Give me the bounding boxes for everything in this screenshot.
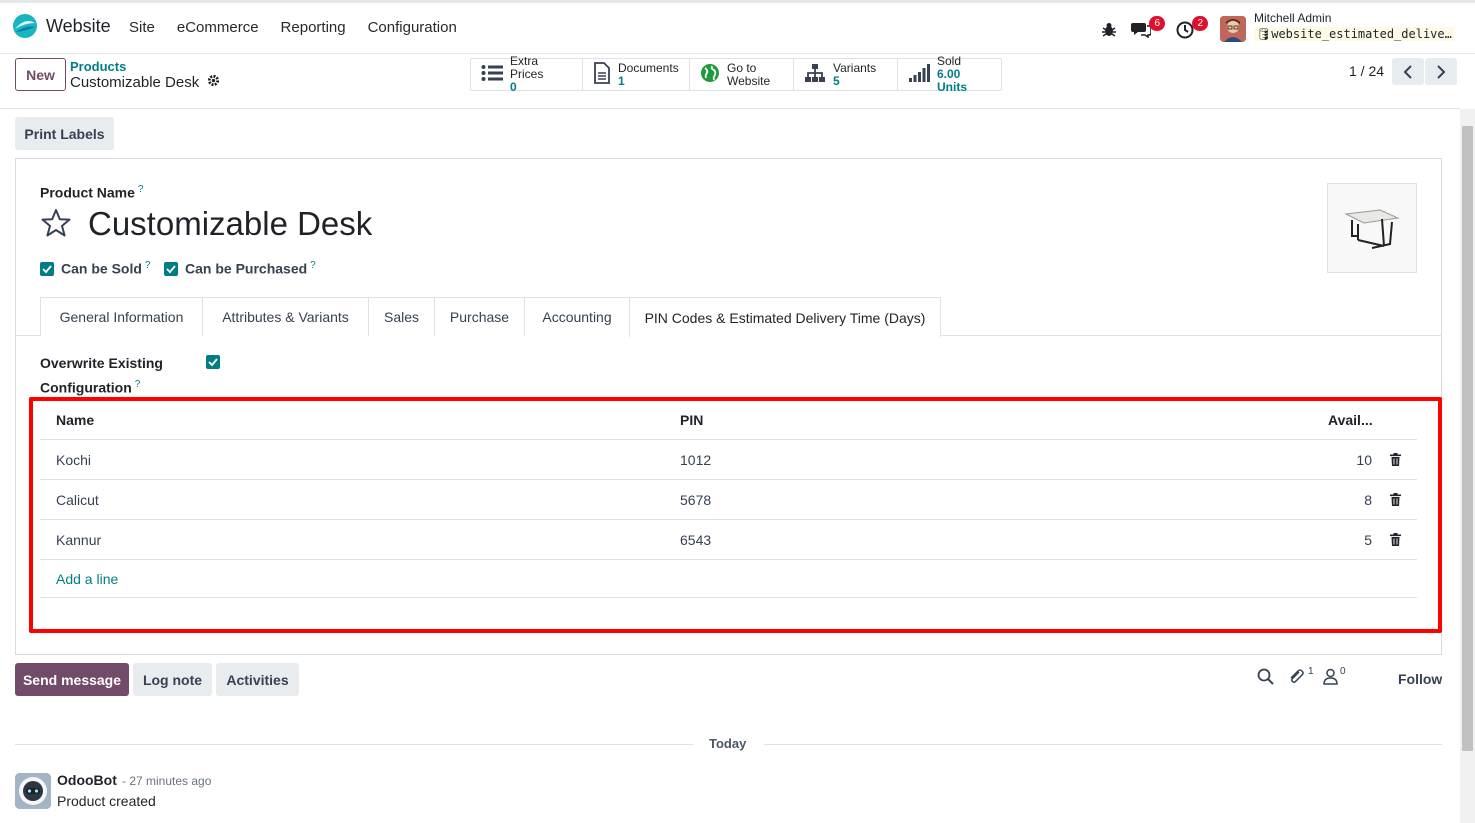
message-author[interactable]: OdooBot (57, 772, 117, 788)
variants-label: Variants (833, 60, 877, 75)
desk-image-icon (1344, 209, 1400, 249)
favorite-star-icon[interactable] (40, 208, 72, 241)
breadcrumb-current: Customizable Desk (70, 74, 220, 91)
activities-badge: 2 (1192, 16, 1208, 31)
messages-badge: 6 (1149, 16, 1165, 31)
globe-icon (700, 63, 720, 86)
overwrite-config-label-line1: Overwrite Existing (40, 355, 163, 371)
sold-value: 6.00 Units (937, 67, 967, 94)
log-note-button[interactable]: Log note (133, 663, 212, 696)
tab-general-information[interactable]: General Information (40, 297, 203, 336)
pager-value[interactable]: 1 / 24 (1349, 63, 1384, 79)
signal-icon (908, 64, 930, 85)
search-messages-icon[interactable] (1257, 668, 1274, 688)
tab-pin-codes[interactable]: PIN Codes & Estimated Delivery Time (Day… (629, 297, 941, 337)
page-scrollbar[interactable] (1460, 109, 1475, 823)
tab-attributes-variants[interactable]: Attributes & Variants (202, 297, 369, 336)
control-panel: New Products Customizable Desk Extra Pri… (0, 55, 1460, 109)
menu-configuration[interactable]: Configuration (368, 19, 457, 36)
can-be-purchased-checkbox[interactable] (164, 262, 178, 276)
variants-value: 5 (833, 73, 840, 88)
date-divider-right (764, 744, 1442, 745)
activities-clock-icon[interactable]: 2 (1176, 16, 1208, 43)
help-tooltip[interactable]: ? (138, 184, 144, 195)
user-name[interactable]: Mitchell Admin (1254, 11, 1331, 25)
can-be-purchased-label: Can be Purchased? (185, 260, 316, 277)
overwrite-config-checkbox[interactable] (206, 355, 220, 369)
pager-previous-button[interactable] (1392, 58, 1424, 85)
product-image[interactable] (1327, 183, 1417, 273)
attachments-icon[interactable]: 1 (1288, 666, 1314, 688)
attachments-count: 1 (1308, 666, 1314, 677)
followers-count: 0 (1340, 666, 1346, 677)
help-tooltip[interactable]: ? (310, 260, 316, 271)
date-divider-left (15, 744, 693, 745)
list-icon (481, 64, 503, 85)
tab-purchase[interactable]: Purchase (434, 297, 525, 336)
chevron-left-icon (1403, 64, 1412, 79)
product-name-label: Product Name? (40, 184, 143, 201)
smart-buttons: Extra Prices 0 Documents 1 Go to Website Va… (470, 55, 1002, 94)
go-to-label: Go to (727, 60, 757, 75)
overwrite-config-label: Overwrite Existing Configuration? (40, 353, 163, 399)
website-label: Website (727, 73, 771, 88)
extra-prices-label: Extra Prices (510, 54, 544, 81)
menu-site[interactable]: Site (129, 19, 155, 36)
product-name-input[interactable]: Customizable Desk (88, 205, 372, 243)
app-brand[interactable]: Website (12, 13, 111, 39)
variants-button[interactable]: Variants 5 (794, 59, 898, 90)
gear-icon[interactable] (207, 74, 220, 91)
chevron-right-icon (1437, 64, 1446, 79)
menu-reporting[interactable]: Reporting (281, 19, 346, 36)
highlight-box (29, 397, 1442, 633)
overwrite-config-label-line2: Configuration (40, 379, 132, 396)
database-name[interactable]: 🛢website_estimated_delive… (1254, 27, 1454, 41)
documents-button[interactable]: Documents 1 (583, 59, 690, 90)
follow-button[interactable]: Follow (1398, 671, 1442, 687)
print-labels-button[interactable]: Print Labels (15, 117, 114, 150)
menu-ecommerce[interactable]: eCommerce (177, 19, 259, 36)
main-menu: Site eCommerce Reporting Configuration (129, 19, 457, 36)
documents-value: 1 (618, 73, 625, 88)
tab-sales[interactable]: Sales (368, 297, 435, 336)
can-be-purchased-text: Can be Purchased (185, 260, 308, 277)
scrollbar-thumb[interactable] (1462, 126, 1473, 751)
form-tabs: General Information Attributes & Variant… (15, 297, 1442, 337)
odoobot-avatar[interactable] (15, 773, 51, 809)
documents-label: Documents (618, 60, 679, 75)
top-navbar: Website Site eCommerce Reporting Configu… (0, 0, 1475, 54)
sold-button[interactable]: Sold 6.00 Units (898, 55, 1001, 94)
extra-prices-button[interactable]: Extra Prices 0 (471, 55, 583, 94)
product-name-label-text: Product Name (40, 184, 135, 201)
followers-icon[interactable]: 0 (1323, 666, 1346, 688)
pager-next-button[interactable] (1425, 58, 1457, 85)
database-icon: 🛢 (1256, 27, 1272, 41)
document-icon (593, 62, 611, 87)
help-tooltip[interactable]: ? (145, 260, 151, 271)
help-tooltip[interactable]: ? (135, 379, 141, 390)
send-message-button[interactable]: Send message (15, 663, 129, 696)
user-avatar[interactable] (1220, 16, 1246, 42)
sitemap-icon (804, 63, 826, 86)
extra-prices-value: 0 (510, 80, 517, 94)
breadcrumb-products[interactable]: Products (70, 59, 126, 74)
can-be-sold-label: Can be Sold? (61, 260, 150, 277)
app-name: Website (46, 15, 111, 36)
odoo-logo-icon (12, 13, 38, 39)
activities-button[interactable]: Activities (216, 663, 299, 696)
date-separator: Today (709, 736, 747, 751)
can-be-sold-text: Can be Sold (61, 260, 142, 277)
breadcrumb-current-label: Customizable Desk (70, 74, 200, 91)
tab-accounting[interactable]: Accounting (524, 297, 630, 336)
message-body: Product created (57, 793, 156, 809)
debug-bug-icon[interactable] (1100, 21, 1122, 43)
go-to-website-button[interactable]: Go to Website (690, 59, 794, 90)
messages-icon[interactable]: 6 (1131, 16, 1165, 42)
message-time: - 27 minutes ago (122, 774, 212, 788)
database-name-text: website_estimated_delive… (1271, 27, 1452, 41)
new-button[interactable]: New (15, 58, 66, 91)
can-be-sold-checkbox[interactable] (40, 262, 54, 276)
